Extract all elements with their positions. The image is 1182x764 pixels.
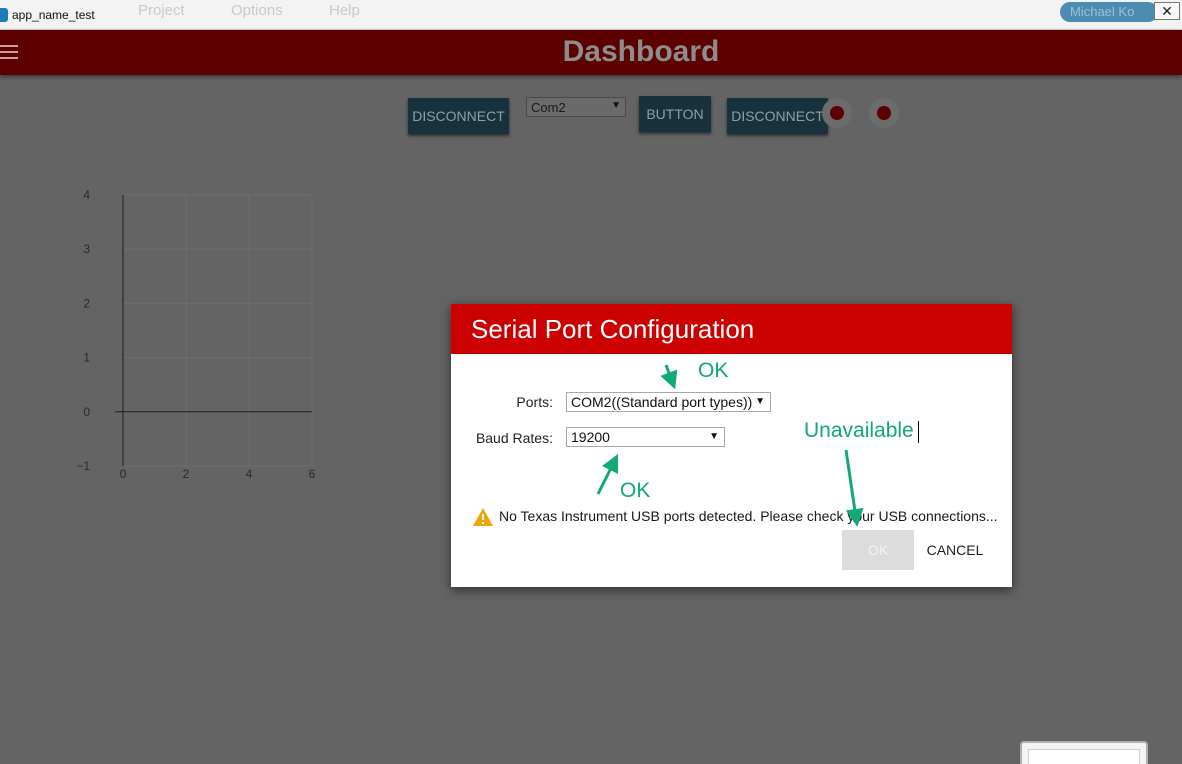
page-title: Dashboard (562, 35, 720, 68)
ports-select-value: COM2((Standard port types)) (571, 394, 753, 410)
baud-rates-select[interactable]: 19200 ▼ (566, 427, 725, 447)
annotation-ports-ok: OK (698, 359, 729, 382)
com-port-select-value: Com2 (531, 100, 566, 115)
y-tick-label: 2 (83, 296, 90, 310)
baud-rates-select-value: 19200 (571, 429, 610, 445)
ports-label: Ports: (516, 394, 553, 410)
x-tick-label: 0 (120, 467, 127, 481)
ports-select[interactable]: COM2((Standard port types)) ▼ (566, 392, 771, 412)
close-icon[interactable]: ✕ (1154, 2, 1180, 20)
app-header: Dashboard (0, 30, 1182, 75)
annotation-baud-ok: OK (620, 479, 651, 502)
y-tick-label: 4 (83, 188, 90, 202)
baud-rates-label: Baud Rates: (475, 430, 553, 446)
com-port-select[interactable]: Com2 ▼ (526, 97, 626, 117)
dropdown-arrow-icon: ▼ (611, 100, 621, 111)
user-badge[interactable]: Michael Ko (1060, 2, 1158, 22)
serial-port-dialog: Serial Port Configuration Ports: COM2((S… (451, 304, 1012, 587)
disconnect-button[interactable]: DISCONNECT (408, 98, 509, 134)
app-icon (0, 8, 8, 22)
dropdown-arrow-icon: ▼ (755, 396, 765, 407)
ok-button[interactable]: OK (842, 530, 914, 570)
annotation-unavailable: Unavailable (804, 419, 914, 442)
dropdown-arrow-icon: ▼ (709, 431, 719, 442)
y-tick-label: 0 (83, 405, 90, 419)
x-tick-label: 4 (246, 467, 253, 481)
window-title: app_name_test (12, 8, 95, 22)
x-tick-label: 2 (183, 467, 190, 481)
dialog-title: Serial Port Configuration (451, 304, 1012, 354)
warning-icon (473, 508, 493, 526)
status-led-1 (822, 98, 852, 128)
taskbar-thumbnail[interactable] (1020, 741, 1148, 764)
y-tick-label: 3 (83, 242, 90, 256)
y-tick-label: −1 (76, 459, 90, 473)
cancel-button[interactable]: CANCEL (919, 530, 991, 570)
disconnect-button-2[interactable]: DISCONNECT (727, 98, 828, 134)
menu-options[interactable]: Options (231, 2, 283, 19)
x-tick-label: 6 (309, 467, 316, 481)
generic-button[interactable]: BUTTON (639, 96, 711, 132)
plot-chart: 0 2 4 6 4 3 2 1 0 −1 (76, 188, 316, 481)
menu-project[interactable]: Project (138, 2, 185, 19)
status-led-2 (869, 98, 899, 128)
window-titlebar: app_name_test Project Options Help Micha… (0, 0, 1182, 30)
text-caret (918, 421, 919, 443)
menu-help[interactable]: Help (329, 2, 360, 19)
warning-message: No Texas Instrument USB ports detected. … (499, 508, 998, 524)
y-tick-label: 1 (83, 351, 90, 365)
